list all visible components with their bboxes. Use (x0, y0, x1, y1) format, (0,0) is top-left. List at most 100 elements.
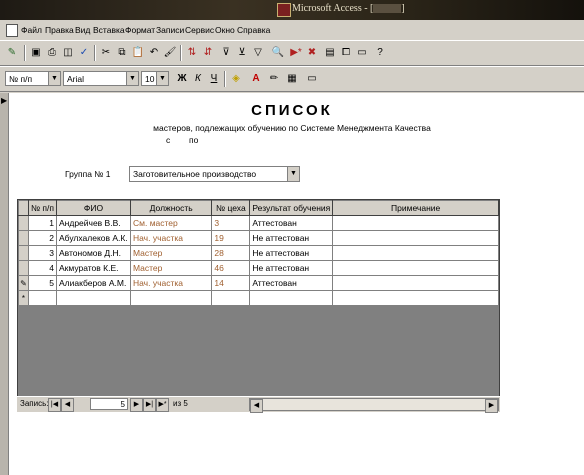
cell-shop[interactable]: 46 (211, 260, 251, 276)
new-record-icon[interactable]: ▶* (288, 45, 304, 61)
italic-button[interactable]: К (190, 71, 206, 87)
chevron-down-icon[interactable]: ▼ (156, 72, 168, 85)
cell-result[interactable]: Не аттестован (249, 260, 334, 276)
sort-ascending-icon[interactable]: ⇅ (184, 45, 200, 61)
cell-name[interactable]: Акмуратов К.Е. (56, 260, 131, 276)
row-selector[interactable] (18, 245, 29, 261)
filter-by-selection-icon[interactable]: ⊽ (218, 45, 234, 61)
record-number-input[interactable]: 5 (90, 398, 128, 410)
table-row[interactable]: 2 Абулхалеков А.К. Нач. участка 19 Не ат… (18, 230, 499, 246)
cut-icon[interactable]: ✂ (98, 45, 114, 61)
cell-note[interactable] (332, 245, 499, 261)
cell-empty[interactable] (211, 290, 251, 306)
undo-icon[interactable]: ↶ (146, 45, 162, 61)
chevron-down-icon[interactable]: ▼ (48, 72, 60, 85)
cell-position[interactable]: Мастер (129, 245, 213, 261)
line-color-icon[interactable]: ✏ (266, 71, 282, 87)
help-icon[interactable]: ? (372, 45, 388, 61)
cell-empty[interactable] (332, 290, 499, 306)
find-icon[interactable]: 🔍 (270, 45, 286, 61)
row-selector[interactable] (18, 215, 29, 231)
fill-color-icon[interactable]: ◈ (228, 71, 244, 87)
cell-shop[interactable]: 28 (211, 245, 251, 261)
cell-position[interactable]: Мастер (129, 260, 213, 276)
column-header[interactable]: № цеха (211, 200, 251, 216)
view-icon[interactable]: ✎ (4, 45, 20, 61)
cell-note[interactable] (332, 230, 499, 246)
menu-window[interactable]: Окно (215, 25, 235, 35)
document-icon[interactable] (6, 24, 18, 37)
filter-by-form-icon[interactable]: ⊻ (234, 45, 250, 61)
first-record-button[interactable]: |◀ (48, 398, 61, 412)
cell-num[interactable]: 1 (27, 215, 58, 231)
cell-name[interactable]: Автономов Д.Н. (56, 245, 131, 261)
underline-button[interactable]: Ч (206, 71, 222, 87)
row-selector[interactable] (18, 260, 29, 276)
cell-position[interactable]: Нач. участка (129, 275, 213, 291)
copy-icon[interactable]: ⧉ (114, 45, 130, 61)
cell-note[interactable] (332, 275, 499, 291)
cell-shop[interactable]: 14 (211, 275, 251, 291)
field-combo[interactable]: № п/п ▼ (5, 71, 61, 86)
menu-tools[interactable]: Сервис (185, 25, 214, 35)
print-icon[interactable]: ⎙ (44, 45, 60, 61)
menu-file[interactable]: Файл (21, 25, 42, 35)
row-selector-header[interactable] (18, 200, 29, 216)
cell-shop[interactable]: 3 (211, 215, 251, 231)
menu-records[interactable]: Записи (156, 25, 184, 35)
apply-filter-icon[interactable]: ▽ (250, 45, 266, 61)
horizontal-scrollbar[interactable]: ◀ ▶ (249, 398, 499, 413)
row-selector[interactable] (18, 230, 29, 246)
special-effect-icon[interactable]: ▭ (304, 71, 320, 87)
table-row[interactable]: 3 Автономов Д.Н. Мастер 28 Не аттестован (18, 245, 499, 261)
font-combo[interactable]: Arial ▼ (63, 71, 139, 86)
menu-insert[interactable]: Вставка (93, 25, 125, 35)
print-preview-icon[interactable]: ◫ (60, 45, 76, 61)
table-row[interactable]: 4 Акмуратов К.Е. Мастер 46 Не аттестован (18, 260, 499, 276)
cell-note[interactable] (332, 260, 499, 276)
sort-descending-icon[interactable]: ⇵ (200, 45, 216, 61)
new-record-button[interactable]: ▶* (156, 398, 169, 412)
cell-num[interactable]: 2 (27, 230, 58, 246)
column-header[interactable]: № п/п (27, 200, 58, 216)
group-combo[interactable]: Заготовительное производство ▼ (129, 166, 300, 182)
menu-view[interactable]: Вид (75, 25, 90, 35)
cell-name[interactable]: Абулхалеков А.К. (56, 230, 131, 246)
cell-position[interactable]: См. мастер (129, 215, 213, 231)
next-record-button[interactable]: ▶ (130, 398, 143, 412)
column-header[interactable]: ФИО (56, 200, 131, 216)
column-header[interactable]: Должность (129, 200, 213, 216)
new-record-asterisk-icon[interactable]: * (18, 290, 29, 306)
table-row[interactable]: 1 Андрейчев В.В. См. мастер 3 Аттестован (18, 215, 499, 231)
cell-empty[interactable] (249, 290, 334, 306)
scroll-left-icon[interactable]: ◀ (250, 399, 263, 413)
menu-format[interactable]: Формат (125, 25, 155, 35)
last-record-button[interactable]: ▶| (143, 398, 156, 412)
cell-result[interactable]: Не аттестован (249, 230, 334, 246)
database-window-icon[interactable]: ⧠ (338, 45, 354, 61)
column-header[interactable]: Результат обучения (249, 200, 334, 216)
cell-result[interactable]: Аттестован (249, 275, 334, 291)
format-painter-icon[interactable]: 🖌 (162, 45, 178, 61)
cell-num[interactable]: 5 (27, 275, 58, 291)
cell-note[interactable] (332, 215, 499, 231)
cell-name[interactable]: Алиакберов А.М. (56, 275, 131, 291)
scroll-right-icon[interactable]: ▶ (485, 399, 498, 413)
new-record-row[interactable]: * (18, 290, 499, 306)
cell-num[interactable]: 3 (27, 245, 58, 261)
spelling-icon[interactable]: ✓ (76, 45, 92, 61)
gridlines-icon[interactable]: ▦ (284, 71, 300, 87)
chevron-down-icon[interactable]: ▼ (126, 72, 138, 85)
cell-position[interactable]: Нач. участка (129, 230, 213, 246)
cell-empty[interactable] (27, 290, 58, 306)
cell-empty[interactable] (56, 290, 131, 306)
cell-name[interactable]: Андрейчев В.В. (56, 215, 131, 231)
cell-empty[interactable] (129, 290, 213, 306)
menu-help[interactable]: Справка (237, 25, 270, 35)
font-color-icon[interactable]: A (248, 71, 264, 87)
column-header[interactable]: Примечание (332, 200, 499, 216)
table-row[interactable]: ✎ 5 Алиакберов А.М. Нач. участка 14 Атте… (18, 275, 499, 291)
cell-result[interactable]: Аттестован (249, 215, 334, 231)
chevron-down-icon[interactable]: ▼ (287, 167, 299, 181)
menu-edit[interactable]: Правка (45, 25, 74, 35)
